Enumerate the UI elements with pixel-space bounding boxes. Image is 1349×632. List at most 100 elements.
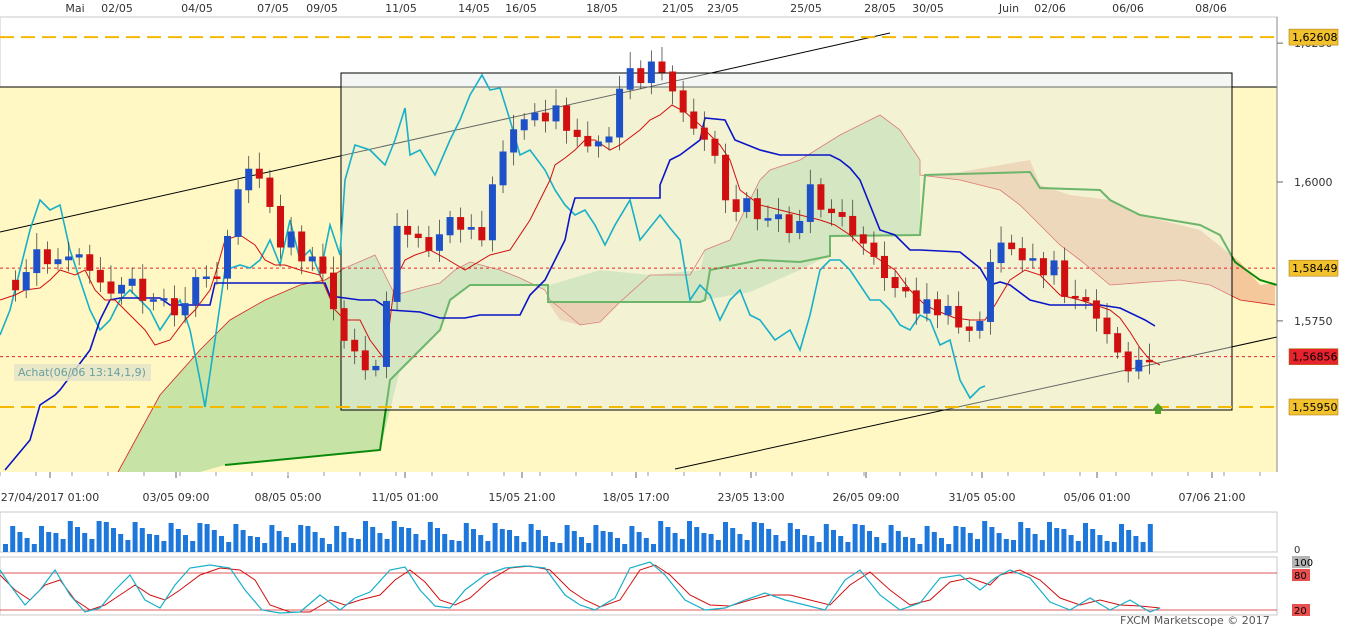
candle-body (923, 299, 931, 314)
candle-body (605, 136, 613, 143)
volume-bar (924, 526, 930, 552)
candle-body (1114, 333, 1122, 353)
volume-bar (384, 539, 390, 552)
volume-bar (845, 542, 851, 552)
candle-body (213, 276, 221, 279)
candle-body (552, 105, 560, 122)
x-tick-label: 03/05 09:00 (143, 491, 210, 504)
y-tick-label: 1,6000 (1294, 176, 1333, 189)
candle-body (796, 220, 804, 234)
volume-bar (406, 528, 412, 552)
candle-body (1124, 351, 1132, 372)
candle-body (510, 129, 518, 153)
candle-body (658, 61, 666, 73)
candle-body (679, 90, 687, 113)
volume-bar (1047, 522, 1052, 552)
volume-bar (60, 539, 66, 552)
volume-bar (701, 533, 707, 552)
candle-body (1082, 297, 1090, 302)
candle-body (65, 256, 73, 261)
volume-bar (96, 521, 102, 552)
volume-bar (586, 543, 592, 552)
candle-body (891, 277, 899, 289)
volume-bar (1068, 535, 1074, 552)
candle-body (573, 129, 581, 137)
volume-bar (53, 533, 59, 552)
candle-body (1018, 248, 1026, 261)
volume-bar (247, 536, 253, 552)
candle-body (382, 300, 390, 367)
candle-body (669, 71, 677, 92)
candle-body (828, 208, 836, 214)
volume-bar (103, 522, 109, 552)
volume-bar (240, 530, 246, 552)
top-date-label: 18/05 (586, 2, 618, 15)
stoch-axis-label: 100 (1294, 558, 1313, 569)
volume-bar (168, 523, 174, 552)
volume-bar (672, 533, 678, 552)
candle-body (107, 281, 115, 294)
candle-body (75, 254, 83, 258)
volume-bar (881, 543, 887, 552)
volume-bar (291, 543, 296, 552)
volume-bar (204, 524, 210, 552)
candle-body (128, 278, 136, 286)
volume-bar (1011, 540, 1016, 552)
volume-bar (888, 525, 894, 552)
candle-body (1071, 295, 1079, 299)
candle-body (594, 141, 602, 147)
candle-body (202, 276, 210, 279)
volume-bar (269, 525, 275, 552)
candle-body (118, 284, 126, 294)
stoch-axis-label: 80 (1294, 571, 1307, 582)
candle-body (192, 277, 200, 305)
volume-bar (147, 534, 152, 552)
volume-bar (283, 537, 289, 552)
volume-bar (967, 533, 973, 552)
candle-body (361, 350, 369, 371)
chart-svg[interactable]: Mai 02/05 04/05 07/05 09/05 11/05 14/05 16/05 18… (0, 0, 1349, 628)
volume-bar (622, 544, 628, 552)
volume-bar (67, 521, 73, 552)
volume-bar (211, 530, 217, 552)
volume-bar (780, 541, 786, 552)
volume-bar (910, 538, 916, 552)
volume-bar (262, 543, 268, 552)
y-tick-label: 1,5750 (1294, 315, 1333, 328)
volume-bar (636, 532, 642, 552)
volume-bar (111, 528, 116, 552)
candle-body (870, 242, 878, 257)
volume-bar (953, 526, 959, 552)
candle-body (478, 227, 486, 241)
candle-body (520, 119, 528, 131)
candle-body (700, 127, 708, 140)
volume-bar (557, 543, 563, 552)
candle-body (1008, 242, 1016, 250)
candle-body (1050, 260, 1058, 276)
volume-bar (399, 527, 404, 552)
fxcm-chart[interactable]: Mai 02/05 04/05 07/05 09/05 11/05 14/05 16/05 18… (0, 0, 1349, 628)
volume-bar (1140, 542, 1146, 552)
top-date-label: 06/06 (1112, 2, 1144, 15)
candle-body (446, 217, 454, 236)
volume-bar (118, 534, 124, 552)
volume-bar (802, 535, 808, 552)
volume-bar (276, 531, 282, 552)
candle-body (775, 214, 783, 220)
volume-bar (442, 534, 448, 552)
volume-bar (319, 538, 325, 552)
volume-bar (989, 527, 995, 552)
candle-body (457, 217, 465, 230)
volume-bar (463, 523, 469, 552)
volume-bar (694, 527, 700, 552)
candle-body (266, 177, 274, 207)
volume-bar (31, 544, 37, 552)
volume-bar (629, 526, 635, 552)
volume-bar (823, 524, 829, 552)
candle-body (1103, 317, 1111, 335)
candle-body (1145, 359, 1153, 363)
volume-bar (413, 534, 419, 552)
top-date-label: 14/05 (458, 2, 490, 15)
volume-bar (1147, 524, 1153, 552)
order-label[interactable]: Achat(06/06 13:14,1,9) (18, 366, 146, 379)
